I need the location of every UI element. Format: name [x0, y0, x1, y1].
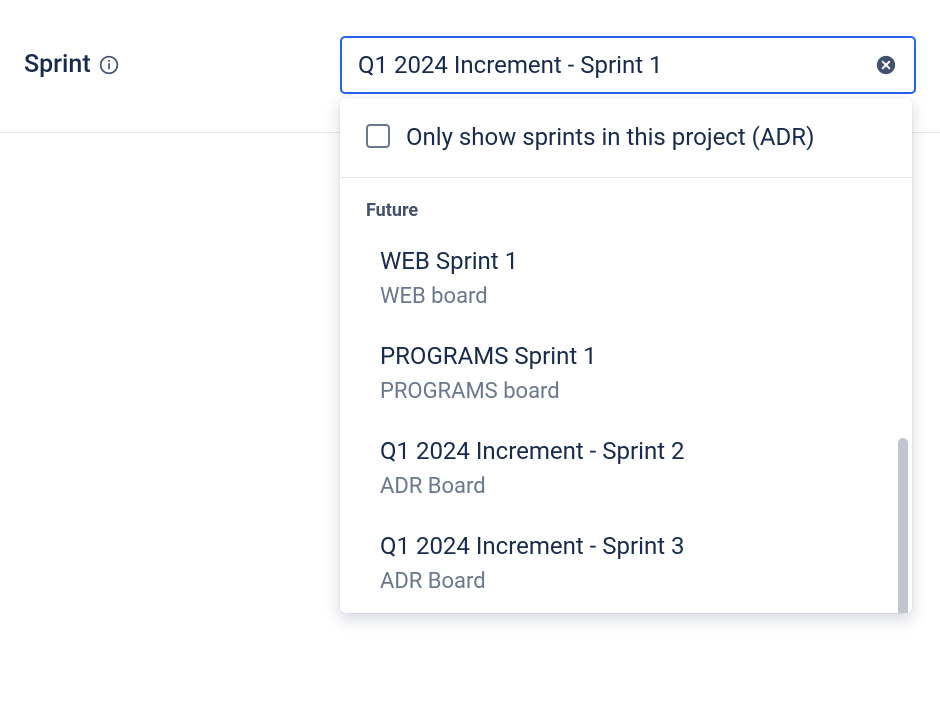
sprint-option-subtitle: ADR Board: [380, 473, 886, 502]
sprint-input[interactable]: [358, 51, 874, 79]
project-filter-checkbox[interactable]: [366, 124, 390, 148]
sprint-dropdown: Only show sprints in this project (ADR) …: [340, 98, 912, 613]
sprint-option[interactable]: Q1 2024 Increment - Sprint 2 ADR Board: [340, 423, 912, 518]
project-filter-label: Only show sprints in this project (ADR): [406, 120, 814, 155]
sprint-option-title: PROGRAMS Sprint 1: [380, 340, 886, 372]
sprint-option[interactable]: WEB Sprint 1 WEB board: [340, 233, 912, 328]
sprint-field-row: Sprint: [0, 0, 940, 94]
sprint-input-wrap[interactable]: [340, 36, 916, 94]
sprint-option-subtitle: PROGRAMS board: [380, 378, 886, 407]
sprint-option-subtitle: ADR Board: [380, 568, 886, 597]
scrollbar[interactable]: [898, 438, 908, 613]
info-icon[interactable]: [99, 55, 119, 75]
sprint-label-wrap: Sprint: [24, 36, 124, 79]
sprint-option[interactable]: Q1 2024 Increment - Sprint 3 ADR Board: [340, 518, 912, 613]
dropdown-section-header: Future: [340, 178, 912, 233]
sprint-option-subtitle: WEB board: [380, 283, 886, 312]
sprint-option-title: Q1 2024 Increment - Sprint 3: [380, 530, 886, 562]
clear-icon[interactable]: [874, 53, 898, 77]
sprint-input-area: [340, 36, 916, 94]
sprint-option-title: Q1 2024 Increment - Sprint 2: [380, 435, 886, 467]
dropdown-filter-row[interactable]: Only show sprints in this project (ADR): [340, 98, 912, 178]
dropdown-list: Future WEB Sprint 1 WEB board PROGRAMS S…: [340, 178, 912, 613]
sprint-option-title: WEB Sprint 1: [380, 245, 886, 277]
sprint-option[interactable]: PROGRAMS Sprint 1 PROGRAMS board: [340, 328, 912, 423]
sprint-label: Sprint: [24, 50, 91, 79]
